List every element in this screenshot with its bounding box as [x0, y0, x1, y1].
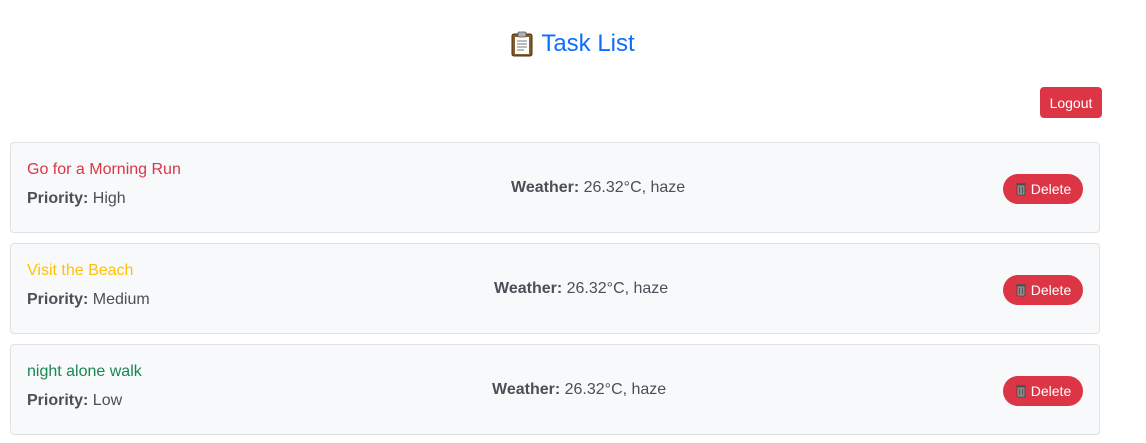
delete-label: Delete — [1030, 282, 1072, 298]
trash-icon — [1015, 384, 1027, 398]
task-card: night alone walk Priority: Low Weather: … — [10, 344, 1100, 435]
task-priority: Priority: Low — [27, 392, 122, 410]
delete-label: Delete — [1030, 383, 1072, 399]
priority-label: Priority: — [27, 392, 89, 409]
page-title: Task List — [541, 30, 635, 57]
task-title: Visit the Beach — [27, 262, 134, 279]
task-weather: Weather: 26.32°C, haze — [494, 280, 668, 298]
task-card: Visit the Beach Priority: Medium Weather… — [10, 243, 1100, 334]
weather-value: 26.32°C, haze — [566, 280, 669, 297]
delete-label: Delete — [1030, 181, 1072, 197]
task-priority: Priority: High — [27, 190, 126, 208]
delete-button[interactable]: Delete — [1003, 376, 1083, 406]
task-title: night alone walk — [27, 363, 142, 380]
priority-value: Low — [92, 392, 123, 409]
weather-label: Weather: — [511, 179, 580, 196]
task-card: Go for a Morning Run Priority: High Weat… — [10, 142, 1100, 233]
delete-button[interactable]: Delete — [1003, 174, 1083, 204]
trash-icon — [1015, 182, 1027, 196]
task-list-page: Task List Logout Go for a Morning Run Pr… — [0, 0, 1146, 443]
priority-value: High — [92, 190, 126, 207]
priority-value: Medium — [92, 291, 150, 308]
priority-label: Priority: — [27, 291, 89, 308]
task-weather: Weather: 26.32°C, haze — [511, 179, 685, 197]
delete-button[interactable]: Delete — [1003, 275, 1083, 305]
task-weather: Weather: 26.32°C, haze — [492, 381, 666, 399]
trash-icon — [1015, 283, 1027, 297]
task-title: Go for a Morning Run — [27, 161, 181, 178]
weather-value: 26.32°C, haze — [564, 381, 667, 398]
weather-label: Weather: — [492, 381, 561, 398]
weather-label: Weather: — [494, 280, 563, 297]
logout-button[interactable]: Logout — [1040, 87, 1102, 118]
priority-label: Priority: — [27, 190, 89, 207]
weather-value: 26.32°C, haze — [583, 179, 686, 196]
clipboard-icon — [511, 31, 533, 57]
task-priority: Priority: Medium — [27, 291, 150, 309]
page-header: Task List — [0, 30, 1146, 58]
